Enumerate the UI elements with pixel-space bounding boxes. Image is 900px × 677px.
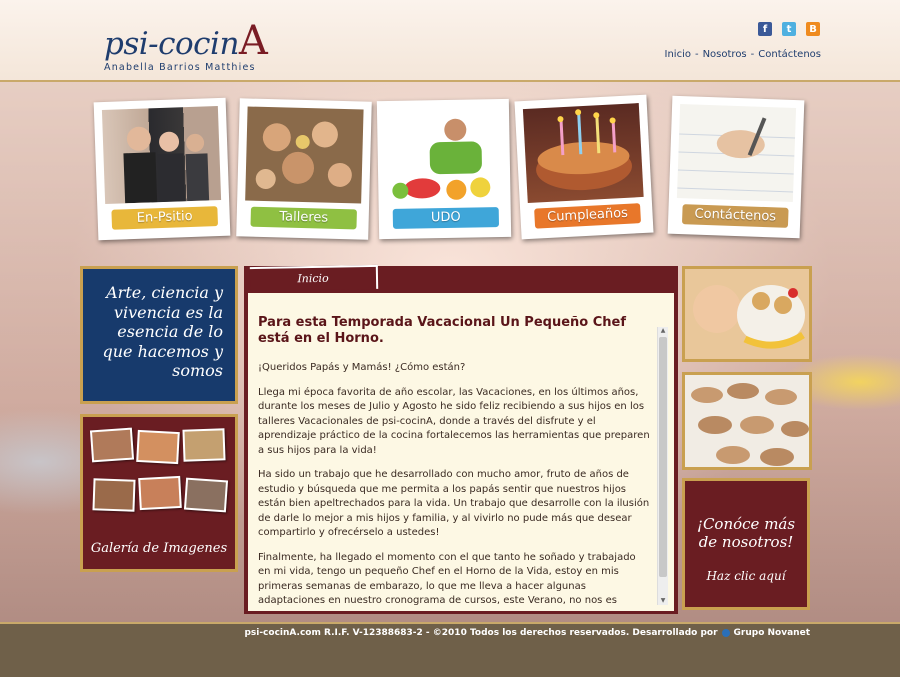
tile-label: Talleres (250, 206, 357, 230)
article-content: Para esta Temporada Vacacional Un Pequeñ… (258, 315, 650, 605)
tile-talleres[interactable]: Talleres (236, 98, 372, 240)
article-paragraph: Ha sido un trabajo que he desarrollado c… (258, 469, 650, 538)
article-paragraph: ¡Queridos Papás y Mamás! ¿Cómo están? (258, 362, 466, 373)
team-photo (101, 106, 222, 205)
site-header: psi-cocinA Anabella Barrios Matthies f t… (0, 0, 900, 82)
gallery-thumb (183, 477, 229, 513)
child-food-photo (682, 266, 812, 362)
logo-subtitle: Anabella Barrios Matthies (104, 62, 256, 73)
nav-link-contactenos[interactable]: Contáctenos (758, 49, 821, 60)
main-panel: Inicio Para esta Temporada Vacacional Un… (244, 264, 678, 614)
cookies-photo (682, 372, 812, 470)
tile-label: Cumpleaños (534, 203, 642, 229)
tile-cumpleanos[interactable]: Cumpleaños (514, 94, 654, 240)
cake-photo (522, 103, 644, 203)
tab-inicio[interactable]: Inicio (249, 264, 379, 292)
article-title: Para esta Temporada Vacacional Un Pequeñ… (258, 315, 626, 346)
scroll-down-icon[interactable]: ▼ (659, 597, 667, 605)
gallery-link[interactable]: Galería de Imagenes (80, 414, 238, 572)
gallery-thumb (92, 478, 136, 512)
writing-illustration (677, 117, 796, 193)
hands-photo (245, 106, 364, 204)
facebook-icon[interactable]: f (758, 22, 772, 36)
top-nav: Inicio - Nosotros - Contáctenos (665, 49, 822, 60)
site-footer: psi-cocinA.com R.I.F. V-12388683-2 - ©20… (0, 622, 900, 677)
nav-link-nosotros[interactable]: Nosotros (703, 49, 747, 60)
tile-udo[interactable]: UDO (376, 98, 512, 240)
tile-label: UDO (392, 207, 500, 229)
nav-separator: - (750, 49, 755, 60)
scroll-up-icon[interactable]: ▲ (659, 327, 667, 335)
nav-link-inicio[interactable]: Inicio (665, 49, 691, 60)
gallery-thumb (138, 475, 182, 511)
article-area: Para esta Temporada Vacacional Un Pequeñ… (248, 293, 674, 611)
novanet-logo-icon (721, 629, 730, 637)
nav-separator: - (694, 49, 699, 60)
promo-heading: ¡Conóce más de nosotros! (696, 515, 796, 551)
mission-quote: Arte, ciencia y vivencia es la esencia d… (80, 266, 238, 404)
blogger-icon[interactable]: B (806, 22, 820, 36)
promo-link[interactable]: Haz clic aquí (685, 569, 807, 583)
child-food-illustration (693, 285, 805, 349)
tile-label: En-Psitio (111, 206, 219, 230)
article-paragraph: Llega mi época favorita de año escolar, … (258, 386, 650, 456)
article-paragraph: Finalmente, ha llegado el momento con el… (258, 551, 636, 606)
copyright-text: psi-cocinA.com R.I.F. V-12388683-2 - ©20… (244, 628, 718, 638)
tile-en-psitio[interactable]: En-Psitio (93, 97, 231, 241)
writing-photo (676, 104, 797, 203)
cake-illustration (536, 109, 633, 191)
social-links: f t B (758, 22, 820, 36)
people-illustration (123, 126, 210, 204)
site-logo[interactable]: psi-cocinA Anabella Barrios Matthies (104, 18, 268, 73)
cookies-illustration (691, 383, 809, 466)
gallery-thumb (182, 428, 226, 462)
fruit-illustration (392, 118, 491, 200)
about-us-promo[interactable]: ¡Conóce más de nosotros! Haz clic aquí (682, 478, 810, 610)
developer-link[interactable]: Grupo Novanet (734, 628, 810, 638)
gallery-thumb (136, 429, 180, 465)
tile-label: Contáctenos (681, 204, 789, 228)
article-scrollbar[interactable]: ▲ ▼ (657, 327, 668, 605)
scroll-thumb[interactable] (659, 337, 667, 577)
footer-text: psi-cocinA.com R.I.F. V-12388683-2 - ©20… (244, 628, 810, 638)
logo-text: psi-cocinA (104, 18, 268, 64)
gallery-title: Galería de Imagenes (90, 541, 228, 556)
fruit-photo (384, 106, 503, 204)
hands-illustration (255, 121, 352, 190)
tile-contactenos[interactable]: Contáctenos (667, 95, 805, 239)
twitter-icon[interactable]: t (782, 22, 796, 36)
gallery-thumb (89, 427, 135, 463)
